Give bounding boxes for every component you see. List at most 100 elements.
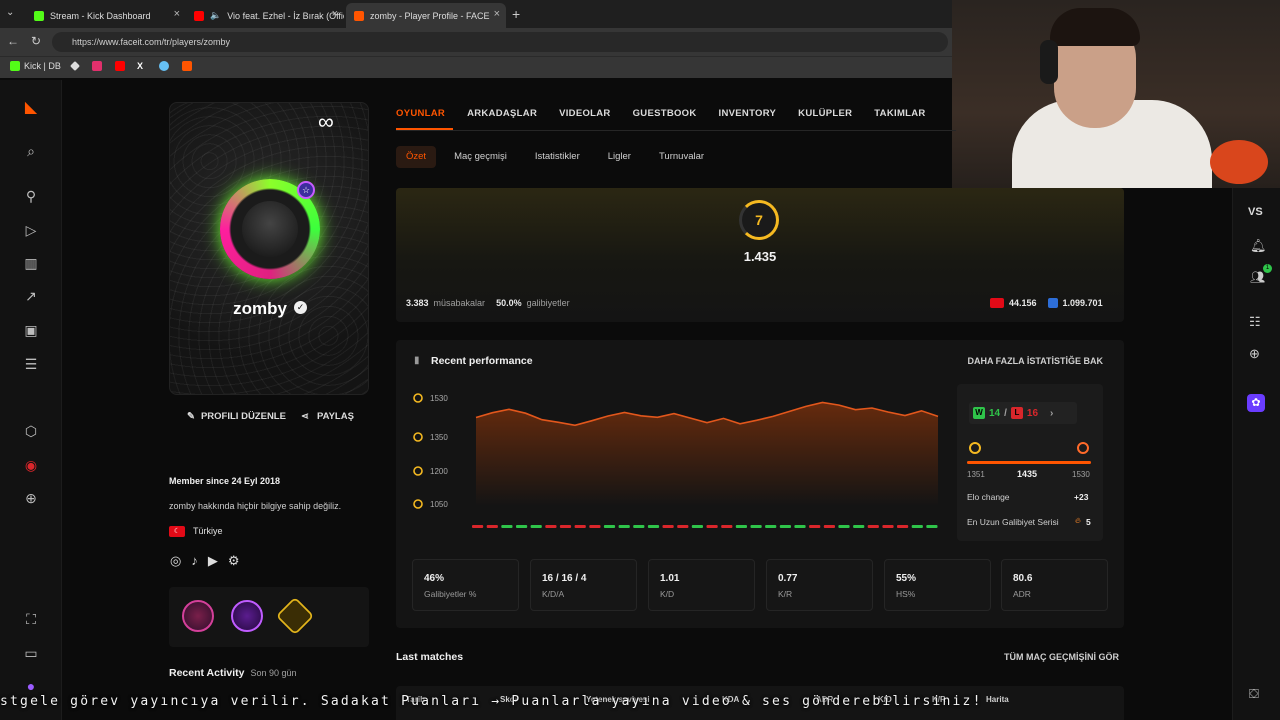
browser-tab[interactable]: Stream - Kick Dashboard ×: [26, 3, 186, 28]
youtube-icon[interactable]: ▶: [208, 553, 218, 569]
match-result-mark: [838, 525, 850, 528]
stream-ticker: stgele görev yayıncıya verilir. Sadakat …: [0, 694, 983, 709]
tiktok-icon[interactable]: ♪: [191, 553, 198, 569]
tab-inventory[interactable]: INVENTORY: [719, 108, 777, 126]
bookmark-x[interactable]: X: [137, 61, 143, 71]
bookmark-instagram[interactable]: [92, 61, 102, 71]
win-loss-counter[interactable]: W 14 / L 16 ›: [969, 402, 1077, 424]
notification-badge: 1: [1263, 264, 1272, 273]
tab-games[interactable]: OYUNLAR: [396, 108, 445, 126]
url-field[interactable]: https://www.faceit.com/tr/players/zomby: [52, 32, 948, 52]
more-stats-link[interactable]: DAHA FAZLA İSTATİSTİĞE BAK: [968, 356, 1104, 366]
youtube-icon: [194, 10, 204, 21]
username: zomby: [233, 299, 287, 318]
bookmark-kick[interactable]: Kick | DB: [10, 61, 61, 71]
vs-button[interactable]: VS: [1248, 206, 1263, 218]
stat-value: 80.6: [1013, 573, 1033, 584]
back-icon[interactable]: ←: [7, 34, 19, 48]
stat-winrate: 46% Galibiyetler %: [412, 559, 519, 611]
reload-icon[interactable]: ↻: [31, 34, 41, 48]
bookmark-faceit[interactable]: [182, 61, 192, 71]
profile-icon[interactable]: ●: [23, 678, 39, 694]
stats-icon[interactable]: ↗: [23, 288, 39, 304]
bookmark-diamond[interactable]: [70, 61, 80, 71]
stat-label: K/D/A: [542, 589, 565, 599]
close-tab-icon[interactable]: ×: [332, 8, 338, 20]
region-flag-icon: [1047, 298, 1058, 308]
search-icon[interactable]: ⌕: [23, 143, 39, 159]
fullscreen-icon[interactable]: ⛶: [23, 611, 39, 627]
close-tab-icon[interactable]: ×: [174, 8, 180, 20]
gg-purple-badge-icon[interactable]: [231, 600, 263, 632]
add-icon[interactable]: ⊕: [23, 490, 39, 506]
friends-icon[interactable]: 👥︎: [1250, 270, 1265, 284]
leaderboard-icon[interactable]: ▥: [23, 255, 39, 271]
tab-friends[interactable]: ARKADAŞLAR: [467, 108, 537, 126]
list-icon[interactable]: ☰: [23, 356, 39, 372]
gold-hex-badge-icon[interactable]: [275, 596, 315, 636]
tab-guestbook[interactable]: GUESTBOOK: [633, 108, 697, 126]
url-text: https://www.faceit.com/tr/players/zomby: [72, 37, 231, 47]
share-button[interactable]: ⋖ PAYLAŞ: [301, 411, 354, 422]
faceit-icon: [354, 10, 364, 21]
recent-activity-title: Recent Activity: [169, 667, 245, 679]
all-matches-link[interactable]: TÜM MAÇ GEÇMİŞİNİ GÖR: [1004, 652, 1119, 662]
shop-icon[interactable]: ▭: [23, 645, 39, 661]
browser-tab-active[interactable]: zomby - Player Profile - FACEIT.co ×: [346, 3, 506, 28]
bell-icon[interactable]: 🔔︎: [1250, 238, 1267, 254]
add-friend-icon[interactable]: ⊕: [1249, 346, 1260, 362]
browser-tab[interactable]: 🔈 Vio feat. Ezhel - İz Bırak (Offic ×: [186, 3, 344, 28]
match-result-mark: [516, 525, 528, 528]
level-start-icon: [969, 442, 981, 454]
video-icon[interactable]: ▣: [23, 322, 39, 338]
tab-list-chevron-icon[interactable]: ⌄: [6, 7, 14, 18]
play-icon[interactable]: ▷: [23, 222, 39, 238]
edit-profile-button[interactable]: ✎ PROFILI DÜZENLE: [187, 411, 286, 422]
streamer-hair: [1050, 8, 1140, 46]
tab-clubs[interactable]: KULÜPLER: [798, 108, 852, 126]
subtab-statistics[interactable]: Istatistikler: [525, 146, 590, 168]
bookmark-steam[interactable]: [159, 61, 169, 71]
social-links: ◎ ♪ ▶ ⚙: [170, 553, 240, 569]
match-result-mark: [911, 525, 923, 528]
steam-icon[interactable]: ⚙: [228, 553, 240, 569]
new-tab-icon[interactable]: +: [512, 6, 520, 22]
stat-value: 46%: [424, 573, 445, 584]
speaker-icon[interactable]: 🔈: [210, 10, 221, 21]
elo-range-fill: [967, 461, 1091, 464]
club-icon[interactable]: ⬡: [23, 423, 39, 439]
match-result-mark: [735, 525, 747, 528]
stat-label: K/D: [660, 589, 675, 599]
match-result-mark: [882, 525, 894, 528]
instagram-icon[interactable]: ◎: [170, 553, 181, 569]
subtab-match-history[interactable]: Maç geçmişi: [444, 146, 517, 168]
match-result-mark: [633, 525, 645, 528]
close-tab-icon[interactable]: ×: [494, 8, 500, 20]
bookmark-youtube[interactable]: [115, 61, 125, 71]
match-result-mark: [926, 525, 938, 528]
party-icon[interactable]: ☷: [1249, 314, 1261, 330]
turkey-flag-icon: ☾: [169, 526, 185, 537]
faceit-logo-icon[interactable]: ◣: [23, 100, 39, 116]
user-avatar-icon[interactable]: ◉: [23, 457, 39, 473]
stat-hs: 55% HS%: [884, 559, 991, 611]
app-icon[interactable]: ✿: [1247, 394, 1265, 412]
match-summary-box: W 14 / L 16 › 1351 1435 1530 Elo change …: [957, 384, 1103, 541]
match-result-mark: [501, 525, 513, 528]
pumpkin-decoration: [1210, 140, 1268, 184]
tab-videos[interactable]: VIDEOLAR: [559, 108, 611, 126]
share-label: PAYLAŞ: [316, 411, 354, 422]
subtab-tournaments[interactable]: Turnuvalar: [649, 146, 714, 168]
tab-teams[interactable]: TAKIMLAR: [874, 108, 925, 126]
webcam-overlay: [952, 0, 1280, 188]
stat-value: 55%: [896, 573, 917, 584]
gg-badge-icon[interactable]: [182, 600, 214, 632]
main-tabs: OYUNLAR ARKADAŞLAR VIDEOLAR GUESTBOOK IN…: [396, 108, 926, 130]
browser-tab-title: Stream - Kick Dashboard: [50, 10, 151, 21]
subtab-leagues[interactable]: Ligler: [598, 146, 641, 168]
match-result-mark: [486, 525, 498, 528]
elo-change-value: +23: [1074, 492, 1089, 502]
subtab-summary[interactable]: Özet: [396, 146, 437, 168]
match-result-mark: [530, 525, 542, 528]
find-players-icon[interactable]: ⚲: [23, 188, 39, 204]
